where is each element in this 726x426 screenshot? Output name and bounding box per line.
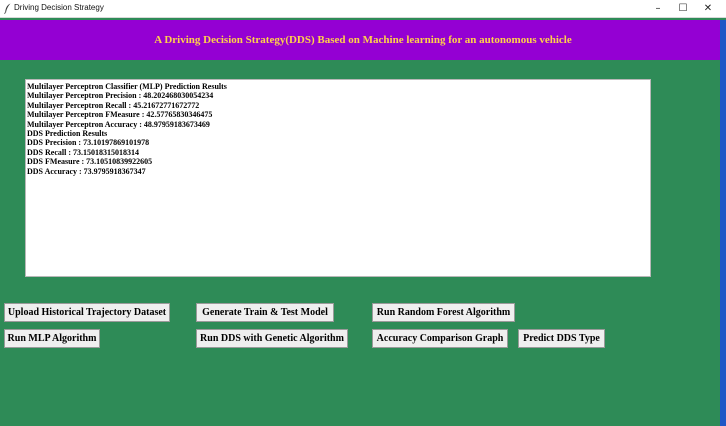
generate-model-button[interactable]: Generate Train & Test Model <box>196 303 334 322</box>
result-line: Multilayer Perceptron Accuracy : 48.9795… <box>27 119 210 129</box>
upload-dataset-button[interactable]: Upload Historical Trajectory Dataset <box>4 303 170 322</box>
window-edge-strip <box>720 20 726 426</box>
header-banner: A Driving Decision Strategy(DDS) Based o… <box>0 20 726 60</box>
run-random-forest-button[interactable]: Run Random Forest Algorithm <box>372 303 515 322</box>
result-line: DDS Prediction Results <box>27 129 108 139</box>
title-bar: Driving Decision Strategy – ☐ ✕ <box>0 0 726 18</box>
result-line: DDS FMeasure : 73.10510839922605 <box>27 157 153 167</box>
results-text-area[interactable]: Multilayer Perceptron Classifier (MLP) P… <box>25 79 651 277</box>
predict-dds-button[interactable]: Predict DDS Type <box>518 329 605 348</box>
window-title: Driving Decision Strategy <box>14 3 104 12</box>
close-button[interactable]: ✕ <box>695 0 721 17</box>
result-line: Multilayer Perceptron Recall : 45.216727… <box>27 100 200 110</box>
run-mlp-button[interactable]: Run MLP Algorithm <box>4 329 100 348</box>
result-line: Multilayer Perceptron Classifier (MLP) P… <box>27 82 227 91</box>
run-dds-genetic-button[interactable]: Run DDS with Genetic Algorithm <box>196 329 348 348</box>
minimize-button[interactable]: – <box>645 0 671 17</box>
result-line: Multilayer Perceptron Precision : 48.202… <box>27 91 214 101</box>
result-line: DDS Accuracy : 73.9795918367347 <box>27 166 146 176</box>
result-line: Multilayer Perceptron FMeasure : 42.5776… <box>27 110 213 120</box>
accuracy-graph-button[interactable]: Accuracy Comparison Graph <box>372 329 508 348</box>
maximize-button[interactable]: ☐ <box>670 0 696 17</box>
result-line: DDS Precision : 73.10197869101978 <box>27 138 150 148</box>
result-line: DDS Recall : 73.15018315018314 <box>27 147 139 157</box>
app-heading: A Driving Decision Strategy(DDS) Based o… <box>154 34 572 46</box>
feather-icon <box>4 3 11 14</box>
app-window: Driving Decision Strategy – ☐ ✕ A Drivin… <box>0 0 726 426</box>
